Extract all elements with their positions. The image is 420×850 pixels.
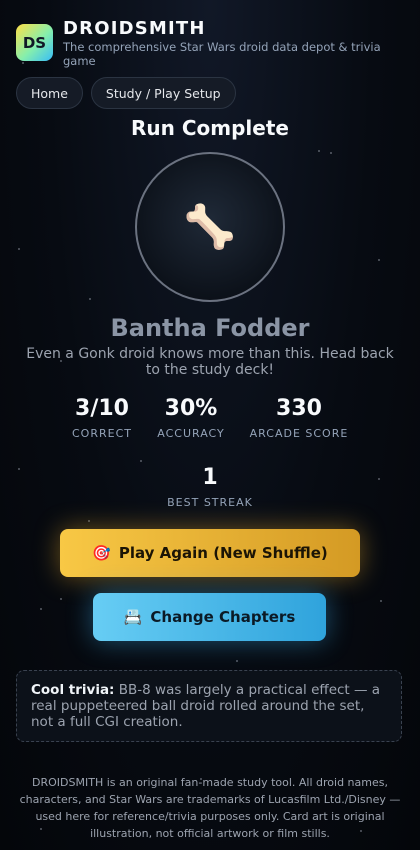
stat-correct: 3/10 CORRECT — [60, 396, 144, 440]
footer-disclaimer: DROIDSMITH is an original fan-made study… — [19, 776, 401, 840]
trivia-label: Cool trivia: — [31, 682, 115, 698]
trivia-card: Cool trivia: BB-8 was largely a practica… — [16, 670, 402, 742]
stat-streak-label: BEST STREAK — [167, 496, 253, 509]
rank-title: Bantha Fodder — [110, 314, 310, 342]
brand-title: DROIDSMITH — [63, 18, 206, 39]
bone-icon: 🦴 — [183, 202, 237, 251]
rank-message: Even a Gonk droid knows more than this. … — [26, 346, 394, 378]
stat-best-streak: 1 BEST STREAK — [150, 465, 270, 509]
home-button[interactable]: Home — [16, 77, 83, 109]
stat-score-label: ARCADE SCORE — [249, 427, 349, 440]
run-complete-heading: Run Complete — [131, 116, 289, 140]
play-again-label: Play Again (New Shuffle) — [118, 544, 328, 562]
top-nav: Home Study / Play Setup — [16, 77, 236, 109]
rank-badge: 🦴 — [135, 152, 285, 302]
stat-accuracy-label: ACCURACY — [157, 427, 225, 440]
stat-score-value: 330 — [276, 396, 322, 421]
study-play-setup-button[interactable]: Study / Play Setup — [90, 77, 236, 109]
card-index-icon: 📇 — [123, 608, 143, 626]
change-chapters-label: Change Chapters — [150, 608, 296, 626]
app-header: DS DROIDSMITH The comprehensive Star War… — [16, 18, 404, 68]
brand-subtitle: The comprehensive Star Wars droid data d… — [63, 40, 381, 68]
brand-text: DROIDSMITH The comprehensive Star Wars d… — [63, 18, 404, 68]
stat-accuracy-value: 30% — [164, 396, 218, 421]
stat-accuracy: 30% ACCURACY — [150, 396, 232, 440]
stat-arcade-score: 330 ARCADE SCORE — [242, 396, 356, 440]
target-icon: 🎯 — [92, 544, 111, 562]
brand-logo[interactable]: DS — [16, 24, 53, 61]
change-chapters-button[interactable]: 📇 Change Chapters — [93, 593, 326, 641]
play-again-button[interactable]: 🎯 Play Again (New Shuffle) — [60, 529, 360, 577]
stat-correct-label: CORRECT — [72, 427, 132, 440]
stat-correct-value: 3/10 — [75, 396, 129, 421]
stat-streak-value: 1 — [202, 465, 218, 490]
